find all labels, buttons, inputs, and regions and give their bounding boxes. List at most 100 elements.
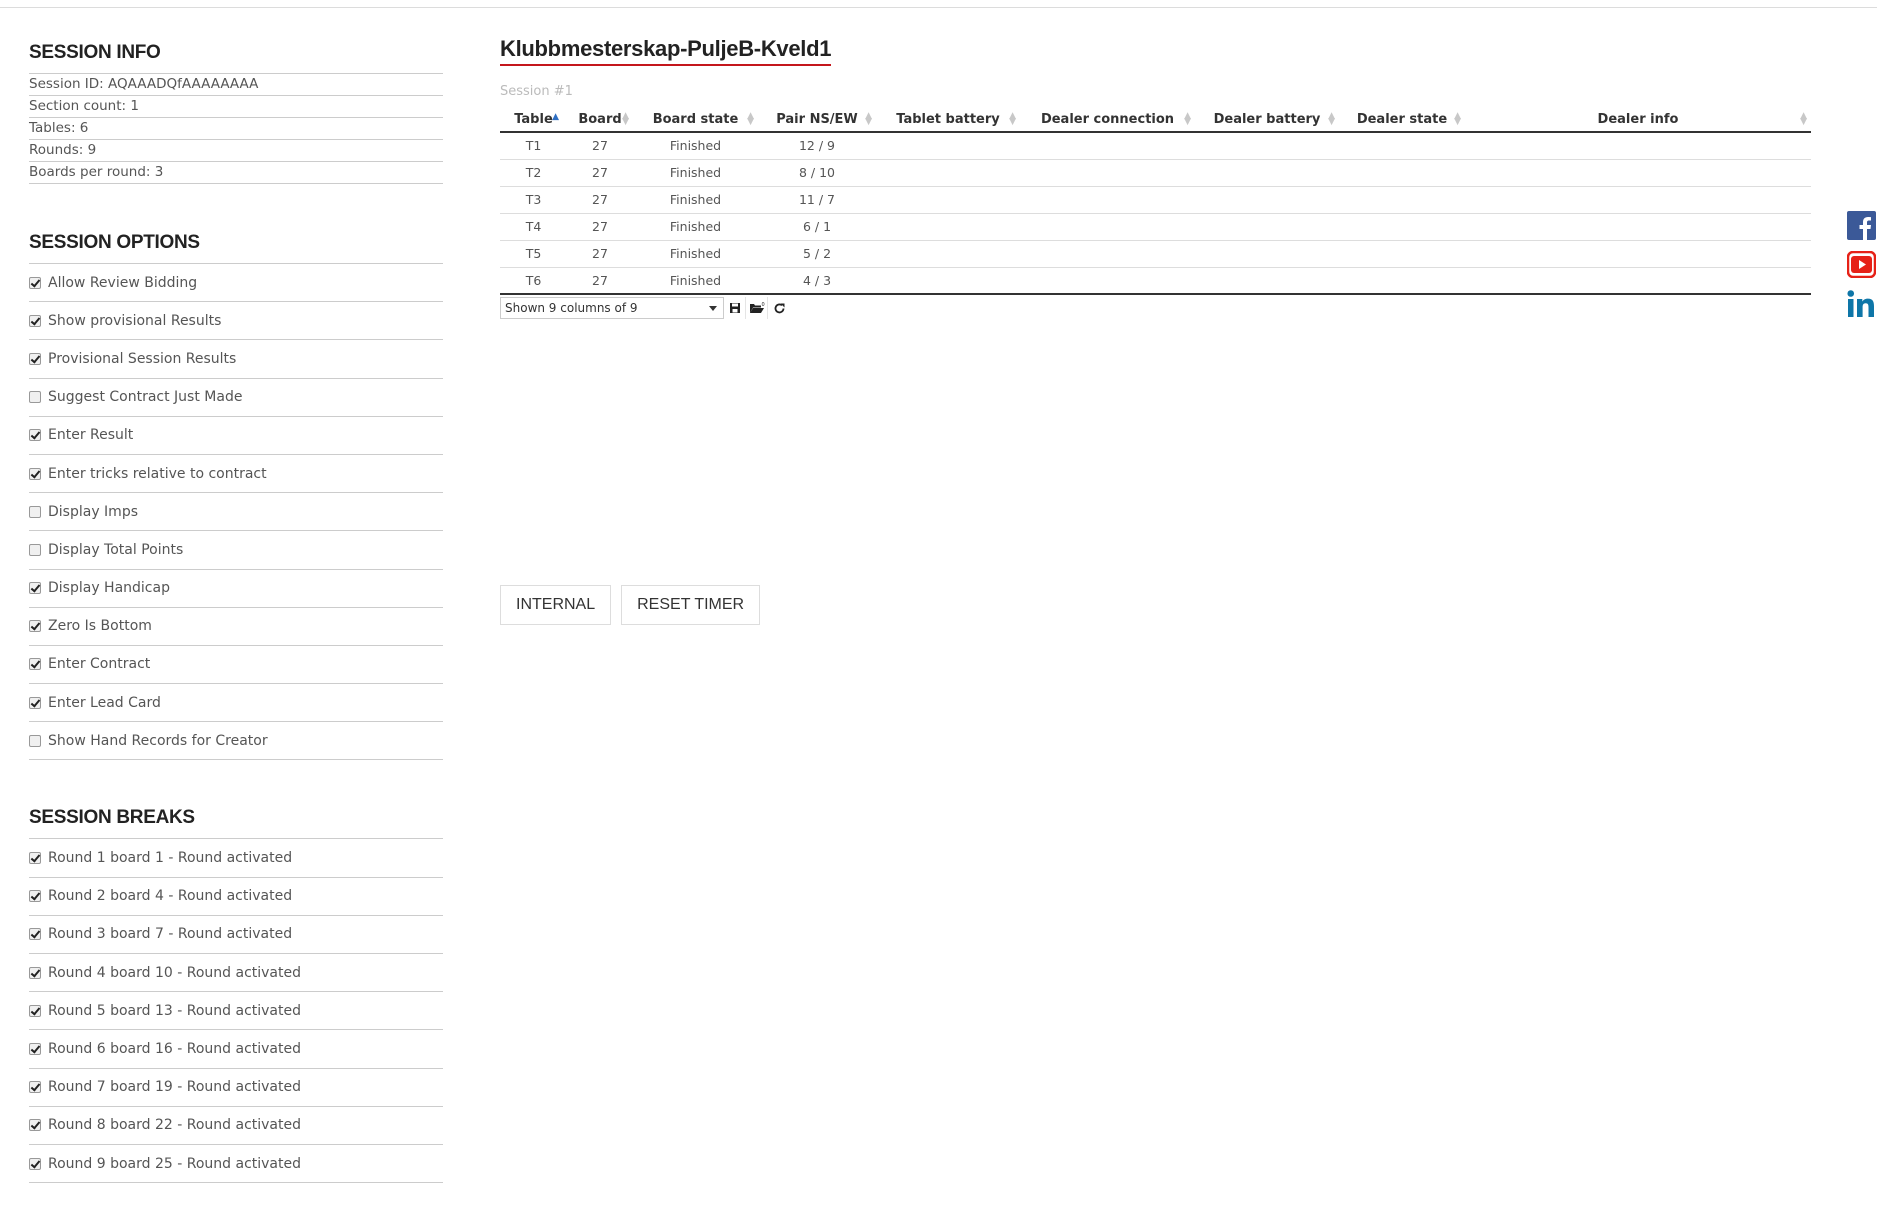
save-icon[interactable] xyxy=(724,297,746,319)
checkbox[interactable] xyxy=(29,1119,41,1132)
checkbox[interactable] xyxy=(29,543,41,556)
column-header-label: Dealer info xyxy=(1597,111,1679,127)
chevron-down-icon xyxy=(709,306,717,311)
table-row[interactable]: T3 27 Finished 11 / 7 xyxy=(500,186,1811,214)
table-cell xyxy=(876,240,1020,268)
sort-icon: ▲ ▼ xyxy=(1009,111,1016,127)
table-cell: 27 xyxy=(567,240,633,268)
session-options-list: Allow Review Bidding Show provisional Res… xyxy=(29,263,443,761)
table-cell: Finished xyxy=(633,240,758,268)
option-label: Round 9 board 25 - Round activated xyxy=(48,1155,302,1172)
sort-icon: ▲ ▼ xyxy=(865,111,872,127)
checkbox[interactable] xyxy=(29,966,41,979)
checkbox[interactable] xyxy=(29,391,41,404)
option-row[interactable]: Enter tricks relative to contract xyxy=(29,455,443,494)
table-cell: 27 xyxy=(567,132,633,160)
column-header-board-state[interactable]: Board state ▲ ▼ xyxy=(633,107,758,133)
option-label: Round 5 board 13 - Round activated xyxy=(48,1002,302,1019)
option-row[interactable]: Allow Review Bidding xyxy=(29,264,443,303)
column-header-dealer-state[interactable]: Dealer state ▲ ▼ xyxy=(1339,107,1465,133)
option-label: Display Imps xyxy=(48,503,139,520)
column-header-label: Dealer battery xyxy=(1213,111,1321,127)
table-cell: Finished xyxy=(633,267,758,295)
break-row[interactable]: Round 8 board 22 - Round activated xyxy=(29,1107,443,1145)
table-row[interactable]: T2 27 Finished 8 / 10 xyxy=(500,159,1811,187)
youtube-icon[interactable] xyxy=(1846,249,1877,280)
checkbox[interactable] xyxy=(29,505,41,518)
checkbox[interactable] xyxy=(29,582,41,595)
checkbox[interactable] xyxy=(29,620,41,633)
checkbox[interactable] xyxy=(29,429,41,442)
option-row[interactable]: Display Imps xyxy=(29,493,443,532)
session-options-title: SESSION OPTIONS xyxy=(29,232,200,253)
column-header-board[interactable]: Board ▲ ▼ xyxy=(567,107,633,133)
main-panel: Klubbmesterskap-PuljeB-Kveld1 Session #1… xyxy=(500,36,1812,319)
break-row[interactable]: Round 6 board 16 - Round activated xyxy=(29,1030,443,1069)
option-row[interactable]: Suggest Contract Just Made xyxy=(29,379,443,417)
option-row[interactable]: Display Handicap xyxy=(29,570,443,608)
checkbox[interactable] xyxy=(29,467,41,480)
reset-timer-button[interactable]: RESET TIMER xyxy=(621,585,761,625)
checkbox[interactable] xyxy=(29,658,41,671)
option-row[interactable]: Show provisional Results xyxy=(29,302,443,341)
break-row[interactable]: Round 7 board 19 - Round activated xyxy=(29,1069,443,1107)
facebook-icon[interactable] xyxy=(1846,210,1877,241)
sort-icon: ▲ ▼ xyxy=(747,111,754,127)
internal-button[interactable]: INTERNAL xyxy=(500,585,612,625)
break-row[interactable]: Round 2 board 4 - Round activated xyxy=(29,878,443,916)
break-row[interactable]: Round 5 board 13 - Round activated xyxy=(29,992,443,1031)
option-row[interactable]: Enter Lead Card xyxy=(29,684,443,723)
checkbox[interactable] xyxy=(29,1157,41,1170)
folder-open-icon[interactable]: 0 xyxy=(746,297,768,319)
sort-icon: ▲ ▼ xyxy=(622,111,629,127)
checkbox[interactable] xyxy=(29,928,41,941)
checkbox[interactable] xyxy=(29,734,41,747)
option-row[interactable]: Show Hand Records for Creator xyxy=(29,722,443,761)
option-label: Display Total Points xyxy=(48,541,184,558)
checkbox[interactable] xyxy=(29,276,41,289)
column-selector[interactable]: Shown 9 columns of 9 xyxy=(500,297,724,319)
column-header-dealer-info[interactable]: Dealer info ▲ ▼ xyxy=(1465,107,1811,133)
break-row[interactable]: Round 9 board 25 - Round activated xyxy=(29,1145,443,1184)
table-row[interactable]: T1 27 Finished 12 / 9 xyxy=(500,132,1811,160)
refresh-icon[interactable] xyxy=(768,297,790,319)
table-cell xyxy=(1195,159,1339,187)
table-cell xyxy=(1020,240,1195,268)
option-label: Enter Lead Card xyxy=(48,694,161,711)
break-row[interactable]: Round 1 board 1 - Round activated xyxy=(29,839,443,878)
option-row[interactable]: Display Total Points xyxy=(29,531,443,570)
option-row[interactable]: Zero Is Bottom xyxy=(29,608,443,646)
checkbox[interactable] xyxy=(29,852,41,865)
checkbox[interactable] xyxy=(29,1004,41,1017)
table-cell xyxy=(1195,186,1339,214)
sort-icon: ▲ ▼ xyxy=(1800,111,1807,127)
checkbox[interactable] xyxy=(29,352,41,365)
column-header-tablet-battery[interactable]: Tablet battery ▲ ▼ xyxy=(876,107,1020,133)
option-label: Allow Review Bidding xyxy=(48,274,198,291)
table-row[interactable]: T4 27 Finished 6 / 1 xyxy=(500,213,1811,241)
option-label: Show provisional Results xyxy=(48,312,222,329)
table-cell: T5 xyxy=(500,240,567,268)
checkbox[interactable] xyxy=(29,1081,41,1094)
session-info-row: Session ID: AQAAADQfAAAAAAAA xyxy=(29,74,443,96)
checkbox[interactable] xyxy=(29,1042,41,1055)
checkbox[interactable] xyxy=(29,696,41,709)
table-cell xyxy=(1195,240,1339,268)
column-header-dealer-battery[interactable]: Dealer battery ▲ ▼ xyxy=(1195,107,1339,133)
break-row[interactable]: Round 3 board 7 - Round activated xyxy=(29,916,443,954)
column-header-table[interactable]: Table ▲ xyxy=(500,107,567,133)
table-row[interactable]: T5 27 Finished 5 / 2 xyxy=(500,240,1811,268)
tables-grid: Table ▲ Board ▲ ▼ Board state ▲ ▼ Pair NS/EW ▲ ▼ Ta… xyxy=(500,107,1811,295)
option-row[interactable]: Provisional Session Results xyxy=(29,340,443,379)
column-header-dealer-connection[interactable]: Dealer connection ▲ ▼ xyxy=(1020,107,1195,133)
option-row[interactable]: Enter Result xyxy=(29,417,443,455)
option-row[interactable]: Enter Contract xyxy=(29,646,443,685)
break-row[interactable]: Round 4 board 10 - Round activated xyxy=(29,954,443,993)
linkedin-icon[interactable] xyxy=(1846,288,1877,319)
column-header-pair-ns-ew[interactable]: Pair NS/EW ▲ ▼ xyxy=(758,107,876,133)
table-cell xyxy=(1020,159,1195,187)
option-label: Round 3 board 7 - Round activated xyxy=(48,926,293,943)
table-row[interactable]: T6 27 Finished 4 / 3 xyxy=(500,267,1811,295)
checkbox[interactable] xyxy=(29,314,41,327)
checkbox[interactable] xyxy=(29,890,41,903)
